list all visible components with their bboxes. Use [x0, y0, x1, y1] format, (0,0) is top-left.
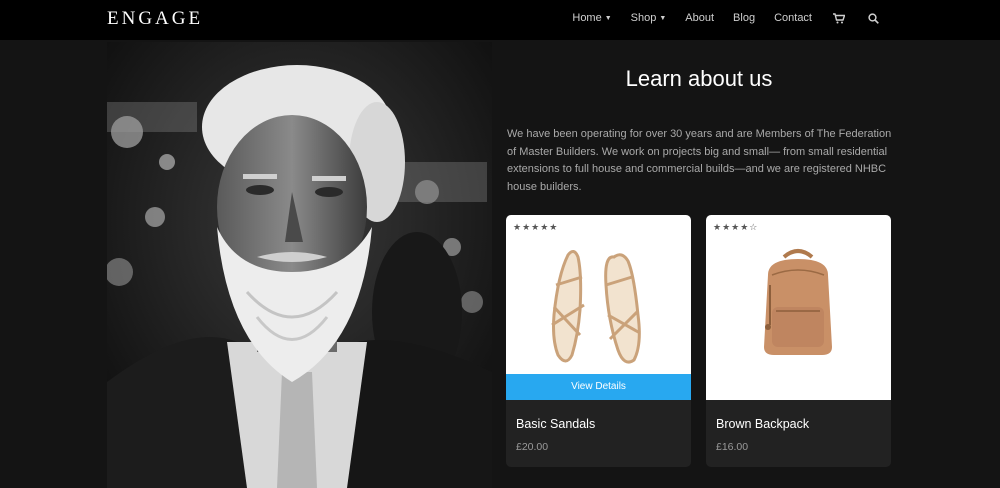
product-image-backpack[interactable]: ★★★★☆ — [706, 215, 891, 400]
nav-item-label: Shop — [630, 12, 657, 24]
about-description: We have been operating for over 30 years… — [507, 128, 892, 193]
nav-item-label: About — [685, 12, 715, 24]
product-card-sandals[interactable]: ★★★★★ View Details Basic Sandals £20.00 — [506, 215, 691, 467]
nav-item-label: Home — [572, 12, 602, 24]
product-image-sandals[interactable]: ★★★★★ View Details — [506, 215, 691, 400]
rating-stars: ★★★★☆ — [713, 222, 759, 232]
nav-menu: Home ▼ Shop ▼ About Blog Contact — [553, 0, 880, 36]
rating-stars: ★★★★★ — [513, 222, 559, 232]
nav-item-shop[interactable]: Shop ▼ — [631, 12, 667, 24]
nav-item-blog[interactable]: Blog — [733, 12, 755, 24]
brand-logo[interactable]: ENGAGE — [107, 8, 203, 30]
about-title: Learn about us — [625, 66, 773, 91]
product-price: £20.00 — [516, 441, 549, 453]
caret-down-icon: ▼ — [604, 14, 612, 22]
nav-item-about[interactable]: About — [685, 12, 714, 24]
nav-item-contact[interactable]: Contact — [774, 12, 812, 24]
search-icon[interactable] — [866, 11, 880, 25]
nav-item-label: Contact — [774, 12, 812, 24]
product-name[interactable]: Brown Backpack — [716, 417, 809, 431]
nav-item-label: Blog — [733, 12, 756, 24]
product-name[interactable]: Basic Sandals — [516, 417, 595, 431]
hero-image — [107, 42, 492, 488]
view-details-button[interactable]: View Details — [506, 374, 691, 400]
product-price: £16.00 — [716, 441, 749, 453]
caret-down-icon: ▼ — [659, 14, 667, 22]
product-card-backpack[interactable]: ★★★★☆ Brown Backpack £16.00 — [706, 215, 891, 467]
nav-item-home[interactable]: Home ▼ — [572, 12, 611, 24]
cart-icon[interactable] — [832, 11, 846, 25]
navbar: ENGAGE Home ▼ Shop ▼ About Blog Contact — [0, 0, 1000, 40]
